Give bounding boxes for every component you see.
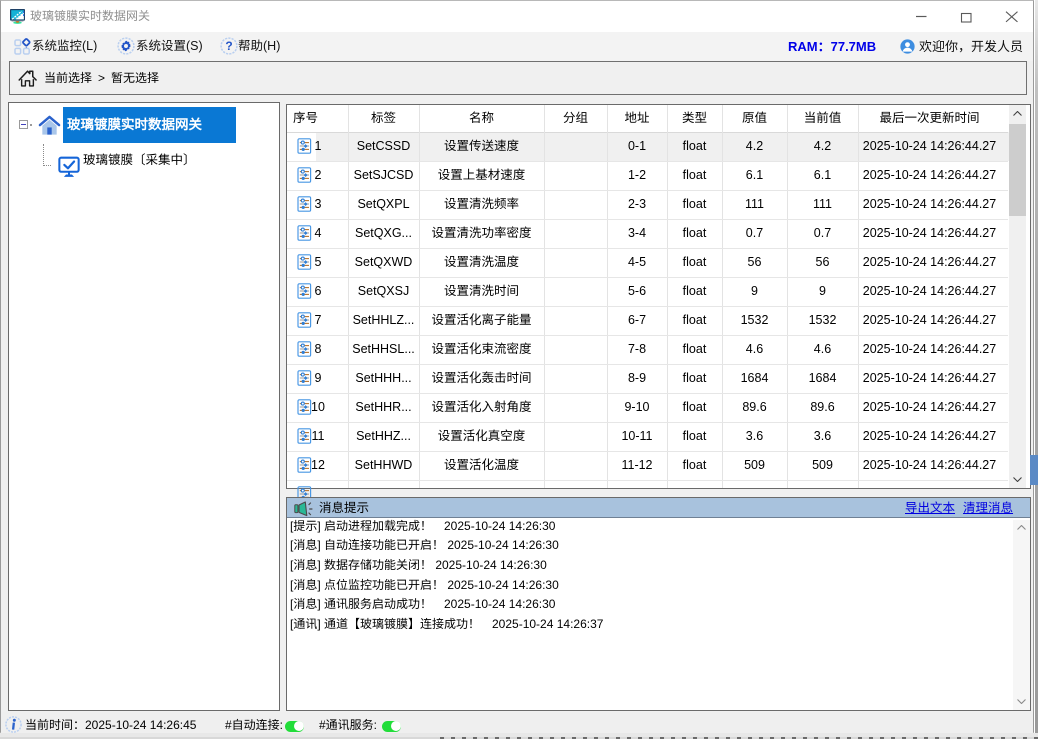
svg-text:?: ?: [225, 39, 232, 53]
